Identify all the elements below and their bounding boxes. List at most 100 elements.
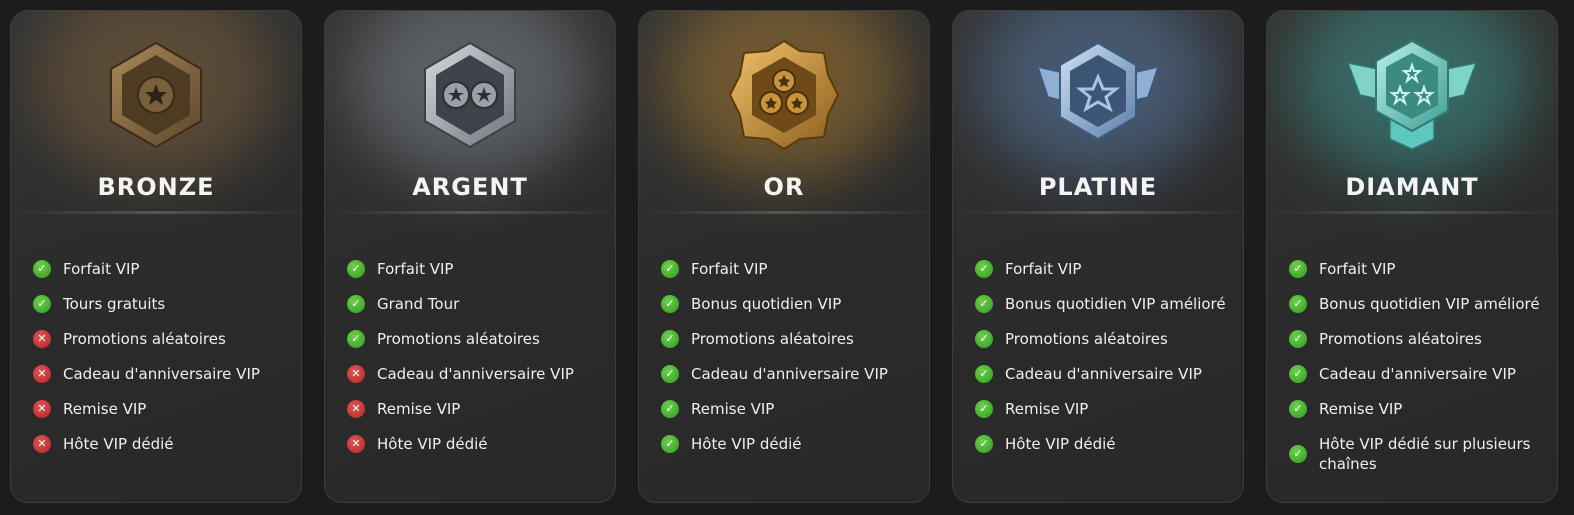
divider xyxy=(1267,211,1557,214)
feature-item: ✕ Hôte VIP dédié xyxy=(31,434,293,469)
feature-item: ✓ Promotions aléatoires xyxy=(1287,329,1549,364)
feature-item: ✓ Hôte VIP dédié xyxy=(659,434,921,469)
tier-card-platine: PLATINE ✓ Forfait VIP ✓ Bonus quotidien VI… xyxy=(952,10,1244,503)
check-icon: ✓ xyxy=(1289,365,1307,383)
vip-tiers: BRONZE ✓ Forfait VIP ✓ Tours gratuits ✕ Pro… xyxy=(0,0,1574,515)
feature-label: Forfait VIP xyxy=(1319,260,1396,278)
feature-item: ✓ Forfait VIP xyxy=(659,259,921,294)
feature-item: ✓ Cadeau d'anniversaire VIP xyxy=(1287,364,1549,399)
feature-item: ✕ Cadeau d'anniversaire VIP xyxy=(345,364,607,399)
feature-label: Hôte VIP dédié sur plusieurs chaînes xyxy=(1319,435,1531,473)
feature-label: Promotions aléatoires xyxy=(377,330,540,348)
feature-item: ✓ Remise VIP xyxy=(659,399,921,434)
check-icon: ✓ xyxy=(1289,295,1307,313)
feature-list: ✓ Forfait VIP ✓ Bonus quotidien VIP ✓ Promo… xyxy=(659,259,921,469)
platinum-badge-icon xyxy=(1036,41,1160,141)
feature-label: Hôte VIP dédié xyxy=(63,435,174,453)
gold-badge-icon xyxy=(728,39,840,151)
feature-label: Promotions aléatoires xyxy=(1005,330,1168,348)
feature-label: Grand Tour xyxy=(377,295,460,313)
silver-badge-icon xyxy=(424,41,516,149)
feature-label: Cadeau d'anniversaire VIP xyxy=(63,365,260,383)
check-icon: ✓ xyxy=(1289,330,1307,348)
tier-name: BRONZE xyxy=(97,173,215,201)
feature-label: Bonus quotidien VIP amélioré xyxy=(1319,295,1540,313)
check-icon: ✓ xyxy=(975,330,993,348)
feature-list: ✓ Forfait VIP ✓ Grand Tour ✓ Promotions alé… xyxy=(345,259,607,469)
check-icon: ✓ xyxy=(661,295,679,313)
feature-item: ✕ Promotions aléatoires xyxy=(31,329,293,364)
feature-item: ✓ Hôte VIP dédié sur plusieurs chaînes xyxy=(1287,434,1549,478)
feature-item: ✓ Promotions aléatoires xyxy=(345,329,607,364)
check-icon: ✓ xyxy=(661,435,679,453)
feature-label: Bonus quotidien VIP amélioré xyxy=(1005,295,1226,313)
feature-label: Cadeau d'anniversaire VIP xyxy=(1319,365,1516,383)
check-icon: ✓ xyxy=(1289,260,1307,278)
feature-label: Remise VIP xyxy=(377,400,461,418)
tier-card-bronze: BRONZE ✓ Forfait VIP ✓ Tours gratuits ✕ Pro… xyxy=(10,10,302,503)
cross-icon: ✕ xyxy=(33,365,51,383)
feature-item: ✓ Grand Tour xyxy=(345,294,607,329)
divider xyxy=(639,211,929,214)
check-icon: ✓ xyxy=(661,365,679,383)
feature-label: Forfait VIP xyxy=(63,260,140,278)
tier-card-or: OR ✓ Forfait VIP ✓ Bonus quotidien VIP ✓ Pr… xyxy=(638,10,930,503)
feature-list: ✓ Forfait VIP ✓ Bonus quotidien VIP amélio… xyxy=(973,259,1235,469)
tier-name: OR xyxy=(763,173,805,201)
feature-item: ✓ Remise VIP xyxy=(1287,399,1549,434)
feature-label: Remise VIP xyxy=(691,400,775,418)
feature-label: Promotions aléatoires xyxy=(1319,330,1482,348)
check-icon: ✓ xyxy=(33,260,51,278)
feature-label: Cadeau d'anniversaire VIP xyxy=(691,365,888,383)
feature-label: Promotions aléatoires xyxy=(63,330,226,348)
bronze-badge-icon xyxy=(110,41,202,149)
check-icon: ✓ xyxy=(975,295,993,313)
check-icon: ✓ xyxy=(975,260,993,278)
check-icon: ✓ xyxy=(975,400,993,418)
feature-label: Cadeau d'anniversaire VIP xyxy=(377,365,574,383)
check-icon: ✓ xyxy=(661,400,679,418)
feature-label: Hôte VIP dédié xyxy=(691,435,802,453)
feature-list: ✓ Forfait VIP ✓ Tours gratuits ✕ Promotions… xyxy=(31,259,293,469)
check-icon: ✓ xyxy=(975,435,993,453)
tier-name: DIAMANT xyxy=(1345,173,1479,201)
feature-item: ✓ Promotions aléatoires xyxy=(973,329,1235,364)
cross-icon: ✕ xyxy=(33,330,51,348)
feature-label: Cadeau d'anniversaire VIP xyxy=(1005,365,1202,383)
feature-label: Hôte VIP dédié xyxy=(377,435,488,453)
feature-item: ✓ Bonus quotidien VIP amélioré xyxy=(973,294,1235,329)
feature-label: Forfait VIP xyxy=(691,260,768,278)
feature-item: ✓ Cadeau d'anniversaire VIP xyxy=(973,364,1235,399)
cross-icon: ✕ xyxy=(33,435,51,453)
feature-item: ✕ Cadeau d'anniversaire VIP xyxy=(31,364,293,399)
tier-card-diamant: DIAMANT ✓ Forfait VIP ✓ Bonus quotidien VI… xyxy=(1266,10,1558,503)
feature-item: ✓ Remise VIP xyxy=(973,399,1235,434)
feature-item: ✓ Forfait VIP xyxy=(31,259,293,294)
feature-label: Tours gratuits xyxy=(63,295,166,313)
check-icon: ✓ xyxy=(975,365,993,383)
feature-label: Hôte VIP dédié xyxy=(1005,435,1116,453)
feature-label: Remise VIP xyxy=(1005,400,1089,418)
cross-icon: ✕ xyxy=(33,400,51,418)
check-icon: ✓ xyxy=(1289,400,1307,418)
check-icon: ✓ xyxy=(347,330,365,348)
diamond-badge-icon xyxy=(1346,39,1478,150)
check-icon: ✓ xyxy=(33,295,51,313)
feature-item: ✓ Hôte VIP dédié xyxy=(973,434,1235,469)
feature-list: ✓ Forfait VIP ✓ Bonus quotidien VIP amélio… xyxy=(1287,259,1549,478)
check-icon: ✓ xyxy=(347,260,365,278)
divider xyxy=(325,211,615,214)
feature-item: ✕ Remise VIP xyxy=(345,399,607,434)
feature-item: ✓ Forfait VIP xyxy=(973,259,1235,294)
feature-label: Promotions aléatoires xyxy=(691,330,854,348)
feature-label: Remise VIP xyxy=(63,400,147,418)
feature-label: Bonus quotidien VIP xyxy=(691,295,842,313)
feature-item: ✓ Forfait VIP xyxy=(345,259,607,294)
feature-item: ✓ Bonus quotidien VIP xyxy=(659,294,921,329)
tier-card-argent: ARGENT ✓ Forfait VIP ✓ Grand Tour ✓ Promoti… xyxy=(324,10,616,503)
divider xyxy=(953,211,1243,214)
feature-label: Forfait VIP xyxy=(377,260,454,278)
feature-item: ✓ Cadeau d'anniversaire VIP xyxy=(659,364,921,399)
tier-name: ARGENT xyxy=(412,173,528,201)
cross-icon: ✕ xyxy=(347,400,365,418)
